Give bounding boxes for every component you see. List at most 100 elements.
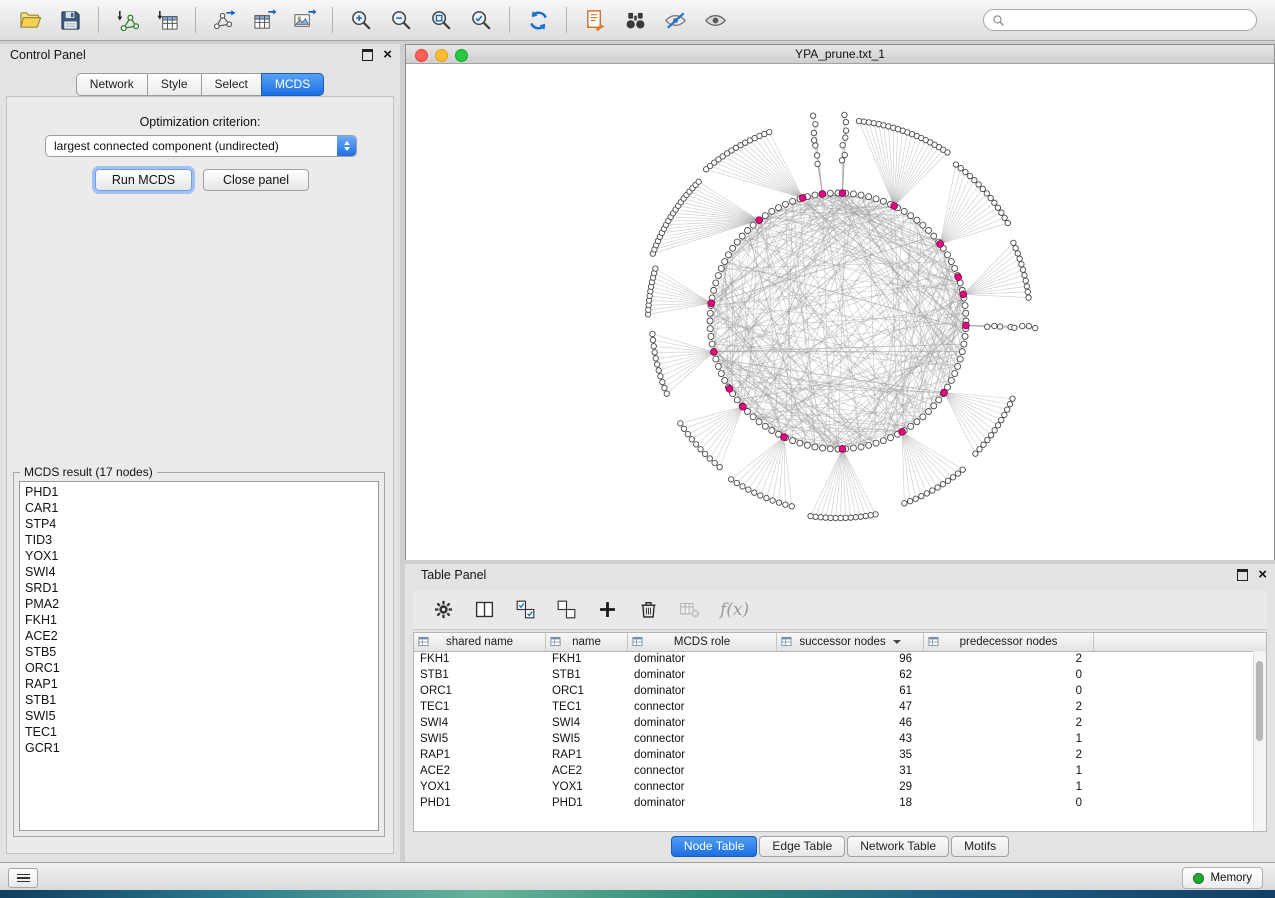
table-cell: 31 [777, 763, 924, 779]
mcds-result-title: MCDS result (17 nodes) [20, 465, 157, 479]
mcds-result-item[interactable]: FKH1 [25, 612, 373, 628]
delete-column-button[interactable] [638, 599, 659, 620]
table-cell: 29 [777, 779, 924, 795]
control-panel: Control Panel × NetworkStyleSelectMCDS O… [0, 44, 400, 862]
float-panel-icon[interactable] [1237, 569, 1248, 581]
column-header-name[interactable]: name [546, 633, 628, 651]
scrollbar-thumb[interactable] [1256, 661, 1263, 741]
tab-style[interactable]: Style [147, 73, 202, 96]
network-canvas-svg[interactable] [406, 64, 1274, 560]
table-cell: 46 [777, 715, 924, 731]
show-graphics-details-button[interactable] [697, 4, 733, 36]
toolbar-separator [98, 7, 99, 33]
mcds-result-item[interactable]: GCR1 [25, 740, 373, 756]
desktop-wallpaper-strip [0, 890, 1275, 898]
zoom-out-button[interactable] [383, 4, 419, 36]
import-network-button[interactable] [109, 4, 145, 36]
close-panel-button[interactable]: Close panel [203, 169, 309, 191]
run-mcds-button[interactable]: Run MCDS [95, 169, 192, 191]
mcds-result-item[interactable]: TEC1 [25, 724, 373, 740]
mcds-result-item[interactable]: SWI5 [25, 708, 373, 724]
network-window-titlebar[interactable]: YPA_prune.txt_1 [406, 45, 1274, 64]
mcds-result-item[interactable]: TID3 [25, 532, 373, 548]
split-column-icon [474, 599, 495, 620]
column-header-MCDS-role[interactable]: MCDS role [628, 633, 777, 651]
table-cell: connector [628, 763, 777, 779]
export-image-button[interactable] [286, 4, 322, 36]
table-cell: FKH1 [414, 651, 546, 667]
table-row[interactable]: STB1STB1dominator620 [414, 667, 1254, 683]
mcds-result-item[interactable]: STB5 [25, 644, 373, 660]
table-settings-button[interactable] [433, 599, 454, 620]
hide-graphics-details-button[interactable] [657, 4, 693, 36]
table-cell: 96 [777, 651, 924, 667]
table-cell: SWI4 [414, 715, 546, 731]
zoom-fit-button[interactable] [423, 4, 459, 36]
mcds-result-item[interactable]: PHD1 [25, 484, 373, 500]
export-network-button[interactable] [206, 4, 242, 36]
clone-network-button[interactable] [577, 4, 613, 36]
refresh-layout-button[interactable] [520, 4, 556, 36]
open-file-button[interactable] [12, 4, 48, 36]
node-table-body: FKH1FKH1dominator962STB1STB1dominator620… [414, 651, 1254, 831]
tab-mcds[interactable]: MCDS [261, 73, 324, 96]
table-cell: dominator [628, 683, 777, 699]
criterion-dropdown[interactable]: largest connected component (undirected) [45, 135, 357, 157]
search-field[interactable] [983, 9, 1257, 31]
zoom-selected-button[interactable] [463, 4, 499, 36]
table-row[interactable]: SWI4SWI4dominator462 [414, 715, 1254, 731]
table-row[interactable]: YOX1YOX1connector291 [414, 779, 1254, 795]
save-session-button[interactable] [52, 4, 88, 36]
eye-slash-icon [664, 9, 687, 32]
tab-edge-table[interactable]: Edge Table [759, 836, 845, 857]
mcds-result-list[interactable]: PHD1CAR1STP4TID3YOX1SWI4SRD1PMA2FKH1ACE2… [19, 481, 379, 831]
tab-select[interactable]: Select [201, 73, 262, 96]
table-row[interactable]: PHD1PHD1dominator180 [414, 795, 1254, 811]
show-column-button[interactable] [474, 599, 495, 620]
table-row[interactable]: FKH1FKH1dominator962 [414, 651, 1254, 667]
table-row[interactable]: TEC1TEC1connector472 [414, 699, 1254, 715]
column-header-shared-name[interactable]: shared name [414, 633, 546, 651]
table-row[interactable]: ORC1ORC1dominator610 [414, 683, 1254, 699]
create-column-button[interactable] [597, 599, 618, 620]
column-header-predecessor-nodes[interactable]: predecessor nodes [924, 633, 1094, 651]
column-header-successor-nodes[interactable]: successor nodes [777, 633, 924, 651]
mcds-result-item[interactable]: ORC1 [25, 660, 373, 676]
table-cell: FKH1 [546, 651, 628, 667]
search-icon [992, 14, 1005, 27]
table-cell: RAP1 [414, 747, 546, 763]
mcds-result-item[interactable]: SRD1 [25, 580, 373, 596]
select-all-rows-button[interactable] [515, 599, 536, 620]
import-table-button[interactable] [149, 4, 185, 36]
mcds-result-item[interactable]: RAP1 [25, 676, 373, 692]
zoom-in-button[interactable] [343, 4, 379, 36]
mcds-result-item[interactable]: ACE2 [25, 628, 373, 644]
mcds-result-item[interactable]: SWI4 [25, 564, 373, 580]
mcds-result-item[interactable]: STB1 [25, 692, 373, 708]
mcds-result-item[interactable]: CAR1 [25, 500, 373, 516]
mcds-result-item[interactable]: PMA2 [25, 596, 373, 612]
memory-button[interactable]: Memory [1182, 867, 1263, 889]
export-table-button[interactable] [246, 4, 282, 36]
tab-network[interactable]: Network [76, 73, 148, 96]
close-panel-icon[interactable]: × [1258, 569, 1267, 581]
close-panel-icon[interactable]: × [383, 49, 392, 61]
table-row[interactable]: ACE2ACE2connector311 [414, 763, 1254, 779]
mcds-result-item[interactable]: STP4 [25, 516, 373, 532]
table-scrollbar[interactable] [1253, 651, 1266, 831]
delete-table-icon [679, 599, 700, 620]
status-menu-button[interactable] [8, 868, 38, 888]
deselect-all-rows-button[interactable] [556, 599, 577, 620]
search-input[interactable] [1010, 12, 1248, 28]
tab-network-table[interactable]: Network Table [847, 836, 949, 857]
table-cell: STB1 [546, 667, 628, 683]
table-row[interactable]: SWI5SWI5connector431 [414, 731, 1254, 747]
tab-motifs[interactable]: Motifs [951, 836, 1009, 857]
mcds-tab-content: Optimization criterion: largest connecte… [6, 96, 394, 854]
find-button[interactable] [617, 4, 653, 36]
tab-node-table[interactable]: Node Table [671, 836, 758, 857]
table-cell: PHD1 [414, 795, 546, 811]
float-panel-icon[interactable] [362, 49, 373, 61]
mcds-result-item[interactable]: YOX1 [25, 548, 373, 564]
table-row[interactable]: RAP1RAP1dominator352 [414, 747, 1254, 763]
